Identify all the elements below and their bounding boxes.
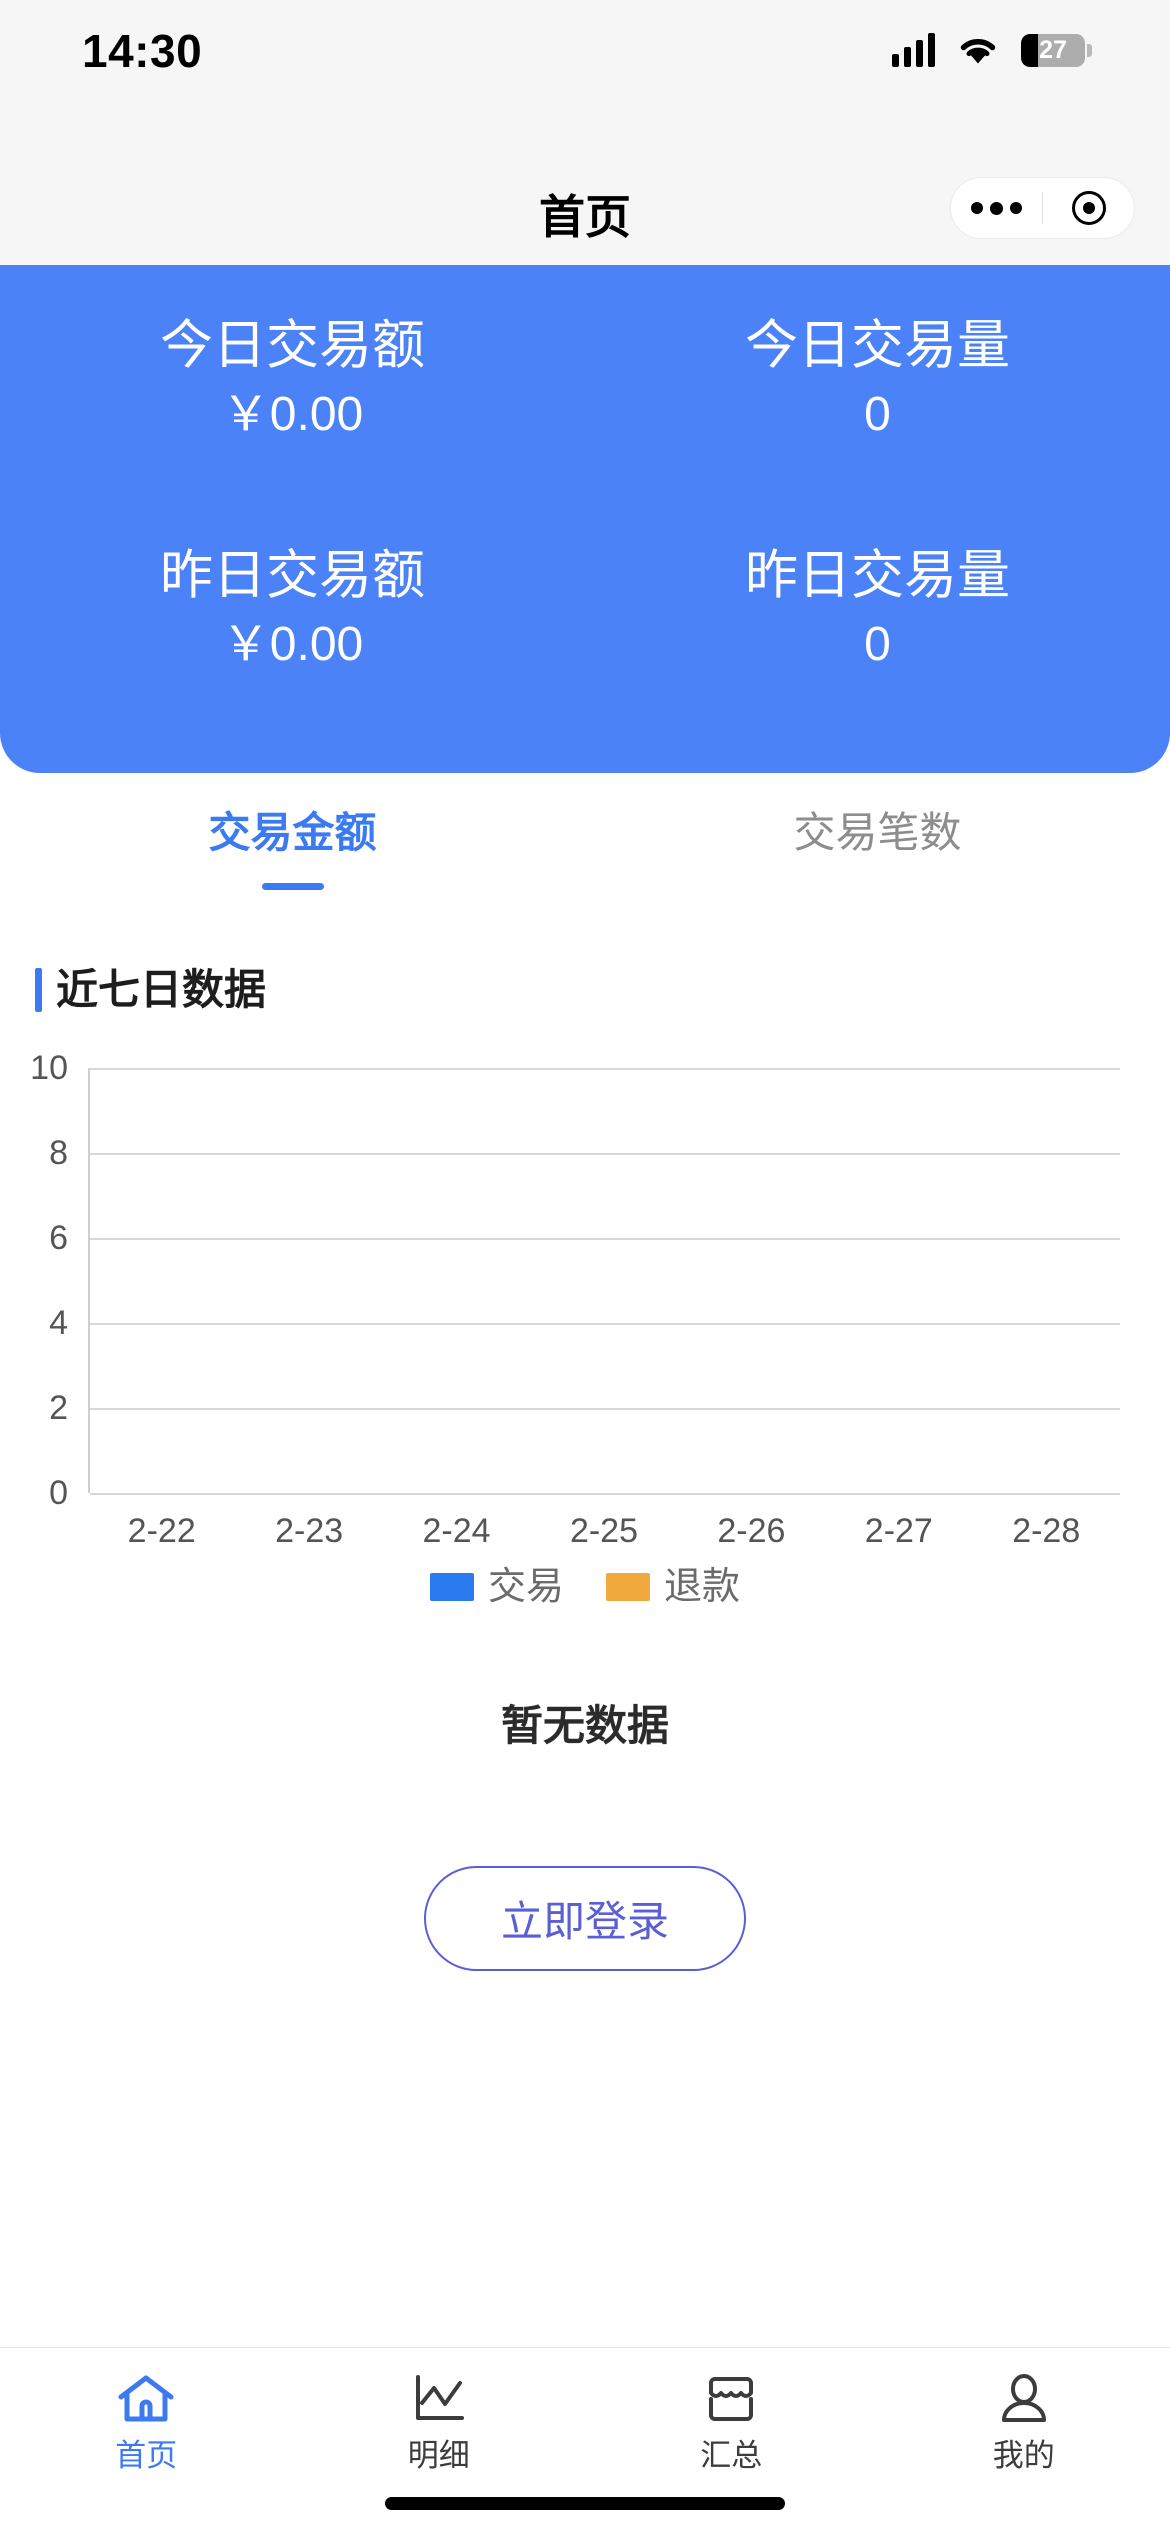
x-tick-label: 2-26 (717, 1512, 786, 1550)
tab-active-underline (261, 883, 324, 890)
gridline (90, 1153, 1120, 1155)
tab-transaction-amount[interactable]: 交易金额 (0, 790, 585, 920)
login-button[interactable]: 立即登录 (424, 1866, 746, 1971)
status-time: 14:30 (82, 25, 203, 77)
legend-item-refund[interactable]: 退款 (606, 1568, 740, 1606)
y-tick-label: 8 (49, 1134, 68, 1172)
legend-item-transaction[interactable]: 交易 (429, 1566, 564, 1608)
cellular-signal-icon (892, 33, 935, 67)
stat-label: 今日交易额 (160, 316, 425, 375)
stat-today-amount: 今日交易额 ￥0.00 (0, 313, 585, 543)
tab-label: 交易金额 (208, 809, 377, 856)
section-accent-bar (35, 968, 42, 1012)
home-icon (115, 2370, 177, 2428)
gridline (90, 1323, 1120, 1325)
tab-bar-item-home[interactable]: 首页 (0, 2348, 293, 2532)
stat-value: 0 (864, 618, 891, 672)
legend-label: 退款 (664, 1566, 741, 1608)
miniprogram-capsule[interactable] (950, 177, 1135, 239)
x-tick-label: 2-28 (1012, 1512, 1081, 1550)
more-dots-icon (971, 201, 1022, 215)
stat-value: 0 (864, 388, 891, 442)
x-tick-label: 2-27 (864, 1512, 933, 1550)
y-tick-label: 0 (49, 1474, 68, 1512)
y-tick-label: 4 (49, 1304, 68, 1342)
close-miniprogram-button[interactable] (1043, 191, 1134, 225)
home-indicator (385, 2497, 785, 2510)
line-chart-icon (408, 2370, 470, 2428)
x-tick-label: 2-24 (422, 1512, 491, 1550)
stat-label: 昨日交易量 (745, 546, 1010, 605)
x-tick-label: 2-23 (275, 1512, 344, 1550)
gridline (90, 1238, 1120, 1240)
stat-label: 昨日交易额 (160, 546, 425, 605)
empty-state-text: 暂无数据 (500, 1702, 669, 1749)
segment-tabs: 交易金额 交易笔数 (0, 790, 1170, 920)
status-bar: 14:30 27 (0, 0, 1170, 96)
phone-screen: 14:30 27 首页 今日交易额 ￥0.00 今日交易量 0 昨日交易额 ￥0… (0, 0, 1170, 2532)
section-title-label: 近七日数据 (56, 966, 267, 1013)
section-title: 近七日数据 (35, 968, 266, 1012)
store-awning-icon (700, 2370, 762, 2428)
person-icon (993, 2370, 1055, 2428)
stat-today-count: 今日交易量 0 (585, 313, 1170, 543)
tab-bar-label: 首页 (115, 2438, 178, 2473)
nav-bar: 首页 (0, 96, 1170, 265)
stat-yesterday-amount: 昨日交易额 ￥0.00 (0, 543, 585, 773)
tab-transaction-count[interactable]: 交易笔数 (585, 790, 1170, 920)
tab-active-underline (847, 883, 909, 890)
stat-value: ￥0.00 (221, 618, 364, 672)
chart-plot-area (88, 1068, 1120, 1495)
seven-day-chart: 10 8 6 4 2 0 2-22 2-23 2-24 2-25 2-26 2-… (0, 1040, 1170, 1560)
mini-program-target-icon (1071, 191, 1106, 225)
battery-icon: 27 (1021, 33, 1092, 67)
gridline (90, 1493, 1120, 1495)
stat-yesterday-count: 昨日交易量 0 (585, 543, 1170, 773)
stat-label: 今日交易量 (745, 316, 1010, 375)
chart-x-axis: 2-22 2-23 2-24 2-25 2-26 2-27 2-28 (88, 1514, 1120, 1548)
legend-swatch-icon (429, 1573, 474, 1601)
stat-value: ￥0.00 (221, 388, 364, 442)
tab-bar-label: 明细 (407, 2438, 470, 2473)
gridline (90, 1068, 1120, 1070)
tab-bar-item-profile[interactable]: 我的 (878, 2348, 1170, 2532)
chart-y-axis: 10 8 6 4 2 0 (0, 1051, 80, 1510)
battery-percent-label: 27 (1039, 35, 1067, 64)
gridline (90, 1408, 1120, 1410)
status-indicators: 27 (892, 29, 1092, 67)
legend-label: 交易 (487, 1566, 564, 1608)
legend-swatch-icon (606, 1573, 650, 1601)
more-menu-button[interactable] (951, 201, 1042, 215)
wifi-icon (957, 34, 999, 66)
x-tick-label: 2-25 (569, 1512, 638, 1550)
tab-label: 交易笔数 (793, 809, 962, 856)
y-tick-label: 2 (49, 1389, 68, 1427)
tab-bar-label: 汇总 (700, 2438, 763, 2473)
chart-legend: 交易 退款 (0, 1568, 1170, 1606)
tab-bar-label: 我的 (992, 2438, 1055, 2473)
y-tick-label: 10 (30, 1049, 68, 1087)
stats-summary-card: 今日交易额 ￥0.00 今日交易量 0 昨日交易额 ￥0.00 昨日交易量 0 (0, 265, 1170, 773)
y-tick-label: 6 (49, 1219, 68, 1257)
x-tick-label: 2-22 (127, 1512, 196, 1550)
